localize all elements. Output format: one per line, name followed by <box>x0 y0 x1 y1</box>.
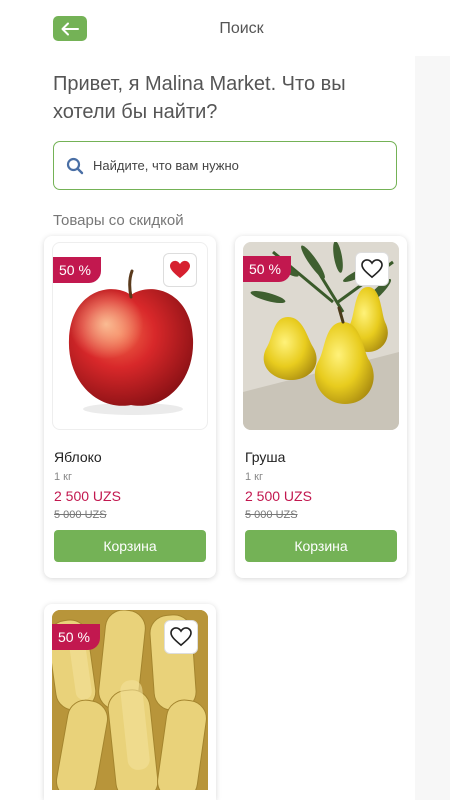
discount-badge: 50 % <box>243 256 291 282</box>
discount-badge: 50 % <box>53 257 101 283</box>
product-card[interactable]: 50 % <box>44 604 216 800</box>
heart-outline-icon <box>170 627 192 647</box>
discount-badge: 50 % <box>52 624 100 650</box>
product-image-parsnip[interactable]: 50 % <box>52 610 208 790</box>
add-to-cart-button[interactable]: Корзина <box>54 530 206 562</box>
product-unit: 1 кг <box>54 471 72 483</box>
favorite-button[interactable] <box>163 253 197 287</box>
product-old-price: 5 000 UZS <box>245 509 298 521</box>
product-unit: 1 кг <box>245 471 263 483</box>
product-card[interactable]: 50 % Яблоко 1 кг 2 500 UZS 5 000 UZS Кор… <box>44 236 216 578</box>
product-old-price: 5 000 UZS <box>54 509 107 521</box>
search-icon <box>66 157 84 174</box>
search-input[interactable] <box>93 158 373 173</box>
page-edge-strip <box>415 56 450 800</box>
product-name[interactable]: Яблоко <box>54 449 102 465</box>
heart-filled-icon <box>170 260 190 279</box>
product-name[interactable]: Груша <box>245 449 285 465</box>
product-image-pear[interactable]: 50 % <box>243 242 399 430</box>
heart-outline-icon <box>361 259 383 279</box>
product-card[interactable]: 50 % Груша 1 кг 2 500 UZS 5 000 UZS Корз… <box>235 236 407 578</box>
greeting-text: Привет, я Malina Market. Что вы хотели б… <box>53 73 346 123</box>
section-title: Товары со скидкой <box>53 212 184 229</box>
product-price: 2 500 UZS <box>245 488 312 504</box>
header: Поиск <box>0 0 450 56</box>
page-title: Поиск <box>219 20 264 37</box>
favorite-button[interactable] <box>355 252 389 286</box>
add-to-cart-button[interactable]: Корзина <box>245 530 397 562</box>
product-image-apple[interactable]: 50 % <box>52 242 208 430</box>
favorite-button[interactable] <box>164 620 198 654</box>
search-box[interactable] <box>53 141 397 190</box>
product-price: 2 500 UZS <box>54 488 121 504</box>
